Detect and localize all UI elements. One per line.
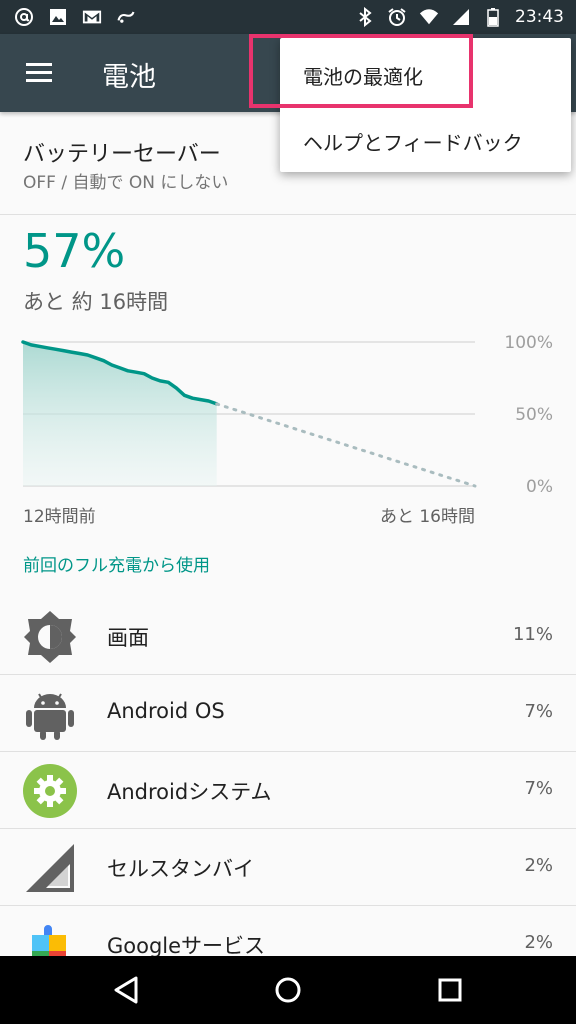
navigation-bar — [0, 956, 576, 1024]
usage-item-percent: 2% — [524, 855, 553, 876]
usage-item-cell-standby[interactable]: セルスタンバイ 2% — [0, 829, 576, 906]
usage-item-label: セルスタンバイ — [107, 857, 254, 881]
chart-y-tick-label: 100% — [504, 333, 553, 353]
usage-item-label: Android OS — [107, 699, 225, 723]
usage-section-header: 前回のフル充電から使用 — [23, 556, 210, 576]
usage-item-percent: 2% — [524, 932, 553, 953]
at-sign-icon — [14, 7, 34, 27]
usage-item-percent: 7% — [524, 701, 553, 722]
bluetooth-icon — [355, 7, 375, 27]
usage-item-android-os[interactable]: Android OS 7% — [0, 675, 576, 752]
status-bar: 23:43 — [0, 0, 576, 34]
overflow-menu: 電池の最適化 ヘルプとフィードバック — [280, 38, 571, 172]
usage-item-android-system[interactable]: Androidシステム 7% — [0, 752, 576, 829]
usage-item-label: Androidシステム — [107, 780, 272, 804]
menu-item-battery-optimization[interactable]: 電池の最適化 — [280, 41, 571, 107]
home-icon[interactable] — [268, 970, 308, 1010]
gmail-icon — [82, 7, 102, 27]
wifi-icon — [419, 7, 439, 27]
chart-area-fill — [23, 342, 217, 486]
chart-y-tick-label: 0% — [526, 477, 553, 497]
android-system-gear-icon — [22, 763, 78, 819]
usage-item-percent: 7% — [524, 778, 553, 799]
battery-percent: 57% — [23, 224, 126, 278]
voicemail-icon — [116, 7, 136, 27]
status-time: 23:43 — [515, 7, 564, 27]
battery-saver-status: OFF / 自動で ON にしない — [23, 173, 229, 193]
cell-signal-icon — [22, 840, 78, 896]
menu-item-label: 電池の最適化 — [303, 65, 423, 89]
image-icon — [48, 7, 68, 27]
hamburger-menu-icon[interactable] — [24, 59, 56, 87]
usage-item-percent: 11% — [512, 624, 553, 645]
battery-icon — [483, 7, 503, 27]
android-robot-icon — [22, 686, 78, 742]
menu-item-label: ヘルプとフィードバック — [303, 131, 523, 155]
battery-remaining-time: あと 約 16時間 — [23, 290, 169, 314]
recents-icon[interactable] — [430, 970, 470, 1010]
page-title: 電池 — [102, 62, 156, 93]
chart-x-label-start: 12時間前 — [23, 507, 96, 527]
brightness-icon — [22, 609, 78, 665]
usage-item-screen[interactable]: 画面 11% — [0, 598, 576, 675]
alarm-icon — [387, 7, 407, 27]
battery-saver-title: バッテリーセーバー — [23, 142, 221, 167]
signal-icon — [451, 7, 471, 27]
back-icon[interactable] — [107, 970, 147, 1010]
chart-series-projected — [215, 402, 477, 488]
usage-item-label: 画面 — [107, 626, 149, 650]
chart-y-tick-label: 50% — [515, 405, 553, 425]
chart-x-label-end: あと 16時間 — [379, 507, 475, 527]
menu-item-help-feedback[interactable]: ヘルプとフィードバック — [280, 107, 571, 173]
